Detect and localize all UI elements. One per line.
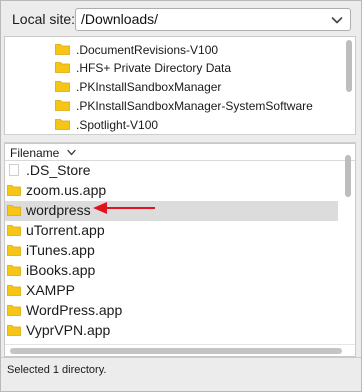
list-item[interactable]: .DS_Store [5,161,338,181]
list-item-label: VyprVPN.app [26,322,111,338]
folder-icon [7,185,21,196]
directory-tree: .DocumentRevisions-V100 .HFS+ Private Di… [4,36,356,134]
list-item-label: wordpress [26,202,91,218]
list-item-label: WordPress.app [26,302,123,318]
folder-icon [55,119,70,130]
annotation-arrow-icon [93,202,155,214]
file-list-horizontal-scrollbar[interactable] [5,344,355,356]
list-item-label: XAMPP [26,282,76,298]
local-site-bar: Local site: /Downloads/ [1,1,361,35]
folder-icon [7,285,21,296]
list-item[interactable]: XAMPP [5,281,338,301]
list-item-label: iBooks.app [26,262,96,278]
tree-item[interactable]: .Spotlight-V100 [5,114,335,134]
folder-icon [7,265,21,276]
local-site-combo[interactable]: /Downloads/ [75,8,351,31]
list-item-label: .DS_Store [26,162,91,178]
list-item[interactable]: iBooks.app [5,261,338,281]
filename-header-label: Filename [10,146,60,160]
status-text: Selected 1 directory. [7,364,107,376]
folder-icon [7,305,21,316]
file-icon [9,164,19,176]
list-item-label: zoom.us.app [26,182,107,198]
list-item[interactable]: VyprVPN.app [5,321,338,341]
list-item-label: uTorrent.app [26,222,105,238]
list-item[interactable]: zoom.us.app [5,181,338,201]
tree-item-label: .PKInstallSandboxManager [76,80,222,94]
local-site-label: Local site: [12,11,76,27]
list-item[interactable]: iTunes.app [5,241,338,261]
filename-column-header[interactable]: Filename [5,144,355,161]
folder-icon [7,205,21,216]
folder-icon [7,325,21,336]
list-item[interactable]: WordPress.app [5,301,338,321]
folder-icon [55,81,70,92]
chevron-down-icon[interactable] [67,149,76,156]
tree-item-label: .DocumentRevisions-V100 [76,43,219,57]
folder-icon [55,100,70,111]
folder-icon [7,225,21,236]
folder-icon [55,44,70,55]
file-manager-window: Local site: /Downloads/ .DocumentRevisio… [0,0,362,392]
chevron-down-icon[interactable] [330,13,344,27]
status-bar: Selected 1 directory. [1,357,361,391]
horizontal-scroll-thumb[interactable] [10,348,342,354]
list-item-selected[interactable]: wordpress [5,201,338,221]
tree-item-label: .Spotlight-V100 [76,118,159,132]
file-list: Filename .DS_Store zoom.us.app wordpress… [4,143,356,357]
tree-item-label: .PKInstallSandboxManager-SystemSoftware [76,99,313,113]
folder-icon [55,62,70,73]
local-site-path[interactable]: /Downloads/ [81,11,158,27]
pane-splitter[interactable] [4,134,356,143]
tree-scrollbar[interactable] [346,40,352,92]
list-item[interactable]: uTorrent.app [5,221,338,241]
list-item-label: iTunes.app [26,242,95,258]
tree-item-label: .HFS+ Private Directory Data [76,61,232,75]
file-list-vertical-scrollbar[interactable] [345,155,351,197]
folder-icon [7,245,21,256]
